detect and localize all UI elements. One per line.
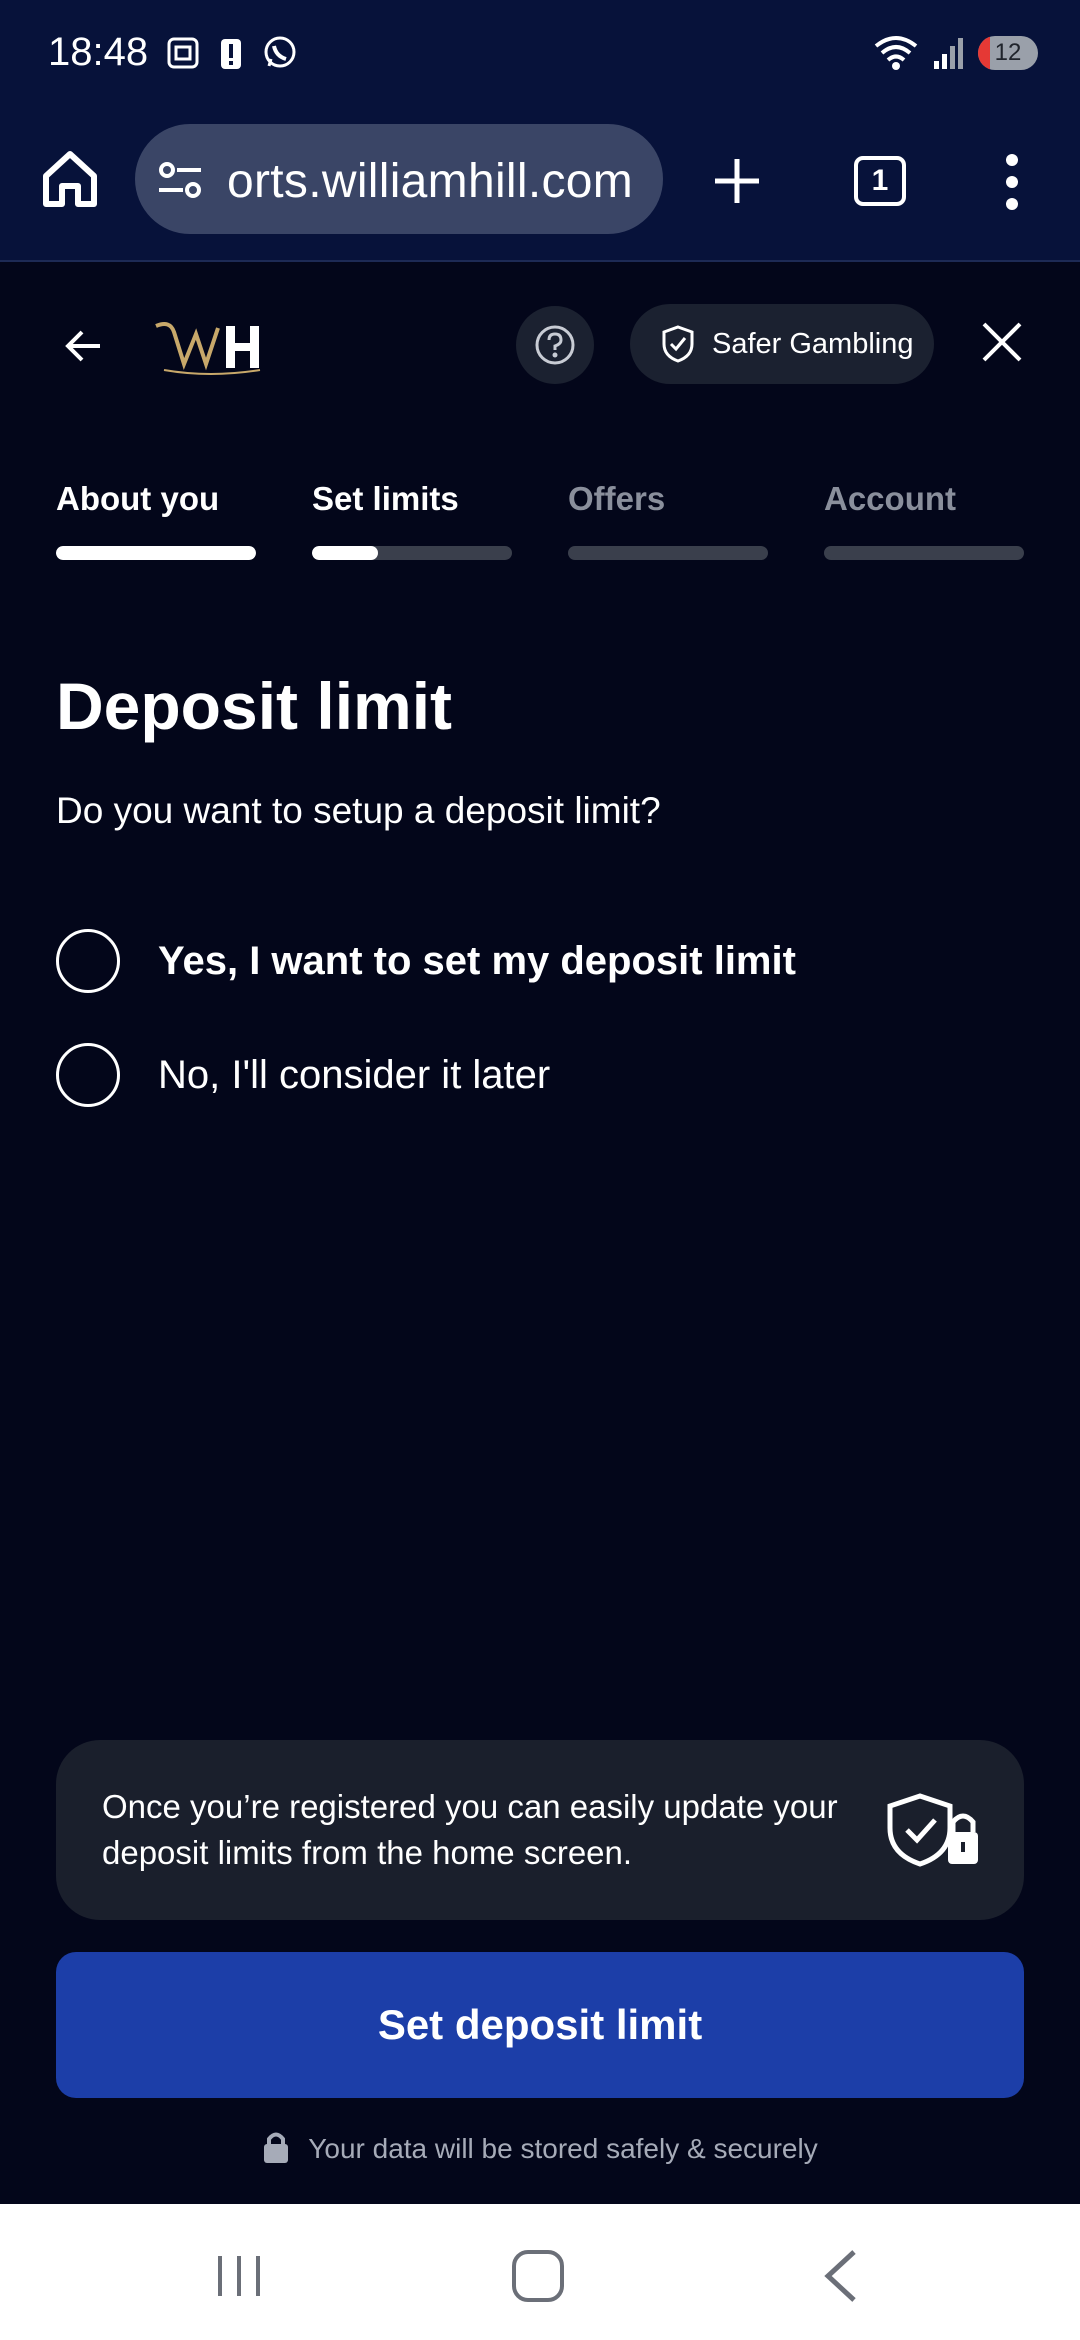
option-yes-set-limit[interactable]: Yes, I want to set my deposit limit	[56, 926, 956, 996]
browser-toolbar: orts.williamhill.com 1	[0, 112, 1080, 262]
status-icons-right: 12	[872, 34, 1038, 72]
step-offers: Offers	[568, 480, 768, 560]
recent-apps-icon[interactable]	[214, 2254, 264, 2298]
step-progress-fill	[312, 546, 378, 560]
william-hill-logo	[155, 322, 261, 375]
info-panel: Once you’re registered you can easily up…	[56, 1740, 1024, 1920]
step-about-you: About you	[56, 480, 256, 560]
option-label: No, I'll consider it later	[158, 1052, 551, 1097]
back-arrow-icon[interactable]	[60, 322, 108, 370]
radio-button[interactable]	[56, 1043, 120, 1107]
safer-gambling-button[interactable]: Safer Gambling	[630, 304, 934, 384]
deposit-question: Do you want to setup a deposit limit?	[56, 790, 661, 831]
new-tab-icon[interactable]	[712, 156, 762, 206]
step-label: About you	[56, 480, 220, 517]
registration-steps: About you Set limits Offers Account	[56, 480, 1026, 560]
wifi-icon	[874, 36, 918, 70]
whatsapp-icon	[264, 36, 296, 68]
secure-note: Your data will be stored safely & secure…	[0, 2130, 1080, 2165]
close-icon[interactable]	[980, 320, 1024, 364]
tab-switcher-button[interactable]: 1	[854, 156, 906, 206]
info-text: Once you’re registered you can easily up…	[102, 1788, 838, 1871]
step-label: Offers	[568, 480, 666, 517]
site-settings-icon[interactable]	[157, 160, 205, 200]
lock-icon	[264, 2132, 289, 2163]
back-nav-icon[interactable]	[820, 2248, 860, 2304]
battery-alert-icon	[221, 39, 241, 69]
step-label: Account	[824, 480, 956, 517]
option-label: Yes, I want to set my deposit limit	[158, 938, 796, 983]
status-bar: 18:48 12	[0, 0, 1080, 112]
step-set-limits: Set limits	[312, 480, 512, 560]
step-progress-track	[568, 546, 768, 560]
system-navigation-bar	[0, 2204, 1080, 2340]
set-deposit-limit-button[interactable]: Set deposit limit	[56, 1952, 1024, 2098]
radio-button[interactable]	[56, 929, 120, 993]
step-progress-fill	[56, 546, 256, 560]
shield-check-icon	[662, 325, 694, 363]
screenshot-icon	[167, 37, 199, 69]
step-progress-track	[824, 546, 1024, 560]
home-icon[interactable]	[38, 146, 102, 210]
page-header: Safer Gambling	[0, 262, 1080, 422]
url-text: orts.williamhill.com	[227, 155, 634, 208]
shield-lock-icon	[887, 1793, 978, 1867]
option-no-later[interactable]: No, I'll consider it later	[56, 1040, 956, 1110]
question-icon	[535, 325, 575, 365]
home-nav-icon[interactable]	[512, 2250, 564, 2302]
page-title: Deposit limit	[56, 669, 453, 743]
step-account: Account	[824, 480, 1024, 560]
status-icons-left	[165, 34, 299, 72]
status-time: 18:48	[48, 30, 149, 74]
address-bar[interactable]: orts.williamhill.com	[135, 124, 663, 234]
step-progress-track	[56, 546, 256, 560]
step-label: Set limits	[312, 480, 459, 517]
battery-indicator: 12	[978, 36, 1038, 70]
signal-icon	[934, 38, 963, 69]
step-progress-track	[312, 546, 512, 560]
secure-note-text: Your data will be stored safely & secure…	[308, 2133, 818, 2164]
safer-gambling-label: Safer Gambling	[712, 327, 914, 360]
more-options-icon[interactable]	[1000, 152, 1024, 212]
help-button[interactable]	[516, 306, 594, 384]
